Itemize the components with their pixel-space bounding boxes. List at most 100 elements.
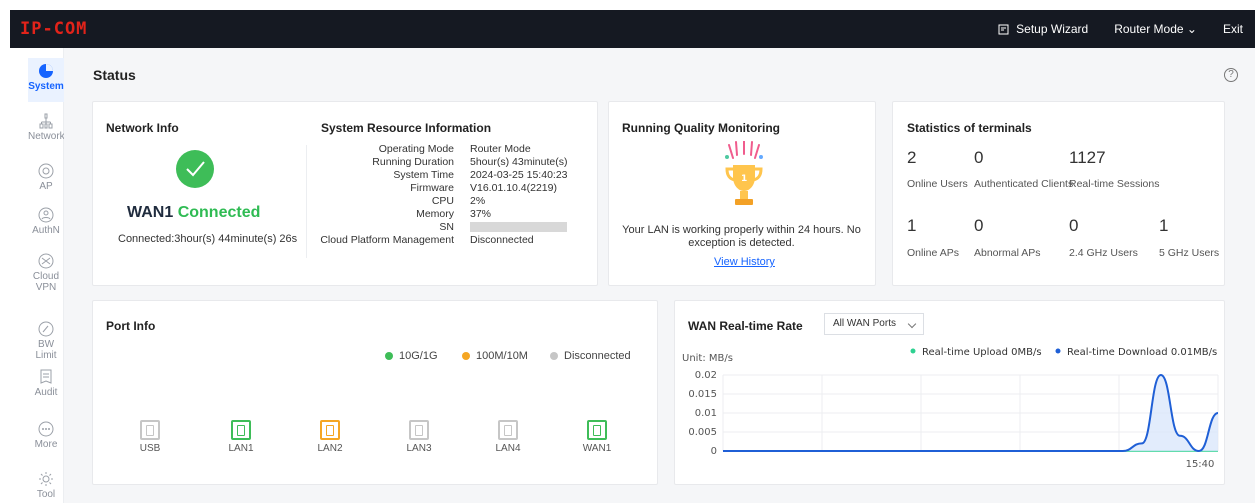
top-navigation-bar: IP-COM Setup Wizard Router Mode ⌄ Exit [10, 10, 1255, 48]
help-icon[interactable]: ? [1224, 68, 1238, 82]
ap-icon [38, 163, 54, 179]
sn-masked-value [470, 222, 567, 232]
resource-memory-row: Memory 37% [416, 208, 492, 220]
x-tick-label: 15:40 [1186, 459, 1215, 470]
lan4-port-label: LAN4 [495, 443, 521, 454]
sidebar-item-audit[interactable]: Audit [28, 368, 64, 398]
lan2-port-label: LAN2 [317, 443, 343, 454]
realtime-sessions-value: 1127 [1069, 148, 1106, 167]
network-icon [39, 113, 53, 129]
sidebar-item-bw-limit[interactable]: BW Limit [28, 320, 64, 361]
y-tick-label: 0.015 [688, 389, 717, 400]
download-legend-dot [1055, 348, 1061, 354]
y-tick-label: 0 [711, 446, 717, 457]
resource-cpu-row: CPU 2% [431, 195, 486, 207]
wan1-port-label: WAN1 [582, 443, 612, 454]
bandwidth-icon [38, 321, 54, 337]
resource-sn-row: SN [314, 221, 598, 233]
quality-monitoring-title: Running Quality Monitoring [622, 121, 780, 135]
system-resource-title: System Resource Information [321, 121, 492, 135]
connection-duration: Connected:3hour(s) 44minute(s) 26s [118, 233, 298, 245]
online-users-value: 2 [907, 148, 917, 167]
lan3-port-label: LAN3 [406, 443, 432, 454]
quality-message: Your LAN is working properly within 24 h… [622, 224, 861, 249]
router-mode-menu[interactable]: Router Mode ⌄ [1114, 22, 1197, 36]
users-5ghz-value: 1 [1159, 216, 1169, 235]
online-users-label: Online Users [907, 178, 968, 190]
y-tick-label: 0.005 [688, 427, 717, 438]
lan4-port-icon [498, 420, 518, 440]
cloud-vpn-icon [38, 253, 54, 269]
lan1-port-label: LAN1 [228, 443, 254, 454]
lan1-port-icon [231, 420, 251, 440]
auth-icon [38, 207, 54, 223]
terminal-statistics-title: Statistics of terminals [907, 121, 1032, 135]
resource-cloud-platform-row: Cloud Platform Management Disconnected [320, 234, 534, 246]
users-5ghz-label: 5 GHz Users [1159, 247, 1220, 259]
online-aps-label: Online APs [907, 247, 959, 259]
section-divider [306, 145, 307, 258]
abnormal-aps-label: Abnormal APs [974, 247, 1041, 259]
port-legend-disconnected: Disconnected [550, 350, 631, 362]
lan2-port-icon [320, 420, 340, 440]
wan-rate-chart: Unit: MB/s Real-time Upload 0MB/s Real-tim… [682, 347, 1219, 470]
upload-legend-label: Real-time Upload 0MB/s [922, 347, 1042, 358]
y-tick-label: 0.02 [695, 370, 717, 381]
sidebar: System Network AP AuthN Cloud VPN BW Lim… [28, 48, 65, 503]
wan-port-selector[interactable]: All WAN Ports [824, 313, 924, 335]
sidebar-item-ap[interactable]: AP [28, 162, 64, 192]
wan-connection-status: WAN1 Connected [127, 204, 261, 221]
ip-com-logo: IP-COM [20, 19, 88, 39]
trophy-icon: 1 [725, 141, 763, 205]
chevron-down-icon [907, 319, 917, 329]
chevron-down-icon: ⌄ [1186, 22, 1197, 36]
lan3-port-icon [409, 420, 429, 440]
sidebar-item-authn[interactable]: AuthN [28, 206, 64, 236]
sidebar-item-cloud-vpn[interactable]: Cloud VPN [28, 252, 64, 293]
orange-status-dot [462, 352, 470, 360]
port-info-title: Port Info [106, 319, 156, 333]
more-icon [38, 421, 54, 437]
usb-port-label: USB [139, 443, 161, 454]
authenticated-clients-value: 0 [974, 148, 984, 167]
resource-running-duration-row: Running Duration 5hour(s) 43minute(s) [372, 156, 568, 168]
unit-label: Unit: MB/s [682, 353, 733, 364]
users-24ghz-value: 0 [1069, 216, 1079, 235]
exit-button[interactable]: Exit [1223, 22, 1243, 36]
page-title: Status [93, 67, 136, 83]
download-legend-label: Real-time Download 0.01MB/s [1067, 347, 1217, 358]
wan-rate-title: WAN Real-time Rate [688, 319, 803, 333]
upload-legend-dot [910, 348, 916, 354]
sidebar-item-system[interactable]: System [28, 58, 64, 102]
tool-icon [39, 472, 53, 486]
y-tick-label: 0.01 [695, 408, 717, 419]
abnormal-aps-value: 0 [974, 216, 984, 235]
wan1-port-icon [587, 420, 607, 440]
authenticated-clients-label: Authenticated Clients [974, 178, 1074, 190]
gray-status-dot [550, 352, 558, 360]
port-legend-100m: 100M/10M [462, 350, 528, 362]
svg-text:1: 1 [741, 174, 747, 184]
router-status-page: IP-COM Setup Wizard Router Mode ⌄ Exit S… [0, 0, 1255, 503]
sidebar-item-tool[interactable]: Tool [28, 470, 64, 500]
sidebar-item-more[interactable]: More [28, 420, 64, 450]
usb-port-icon [140, 420, 160, 440]
online-aps-value: 1 [907, 216, 917, 235]
sidebar-item-network[interactable]: Network [28, 112, 65, 142]
green-status-dot [385, 352, 393, 360]
view-history-link[interactable]: View History [714, 256, 775, 268]
port-info-card [92, 300, 658, 485]
audit-icon [40, 369, 52, 384]
users-24ghz-label: 2.4 GHz Users [1069, 247, 1138, 259]
network-info-title: Network Info [106, 121, 179, 135]
port-legend-10g: 10G/1G [385, 350, 438, 362]
resource-firmware-row: Firmware V16.01.10.4(2219) [410, 182, 557, 194]
top-actions: Setup Wizard Router Mode ⌄ Exit [997, 10, 1243, 48]
pie-chart-icon [39, 64, 53, 78]
connected-check-icon [176, 150, 214, 188]
setup-wizard-button[interactable]: Setup Wizard [997, 22, 1088, 36]
resource-operating-mode-row: Operating Mode Router Mode [378, 143, 531, 155]
setup-wizard-label: Setup Wizard [1016, 22, 1089, 36]
wizard-icon [998, 24, 1009, 34]
realtime-sessions-label: Real-time Sessions [1069, 178, 1160, 190]
